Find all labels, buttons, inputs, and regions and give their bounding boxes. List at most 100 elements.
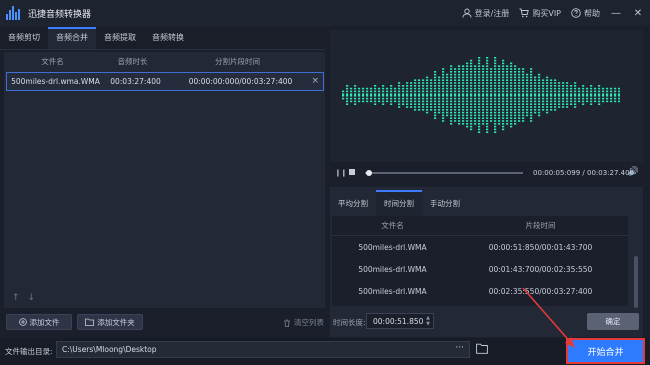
waveform-bar <box>354 100 357 103</box>
tab-manual-split[interactable]: 手动分割 <box>422 190 468 216</box>
waveform-bar <box>386 97 389 100</box>
waveform-bar <box>462 109 465 111</box>
waveform-bar <box>526 73 529 76</box>
waveform-bar <box>466 111 469 114</box>
waveform-bar <box>470 125 473 128</box>
tab-average-split[interactable]: 平均分割 <box>330 190 376 216</box>
waveform-bar <box>502 76 505 79</box>
waveform-bar <box>430 106 433 108</box>
help-button[interactable]: 帮助 <box>571 8 600 19</box>
table-row[interactable]: 500miles-drl.WMA 00:00:51:850/00:01:43:7… <box>332 236 628 258</box>
waveform-bar <box>482 111 485 114</box>
waveform-bar <box>538 87 541 90</box>
waveform-bar <box>534 100 537 103</box>
waveform-bar <box>526 103 529 105</box>
waveform-bar <box>506 103 509 105</box>
waveform-bar <box>494 71 497 73</box>
waveform-bar <box>470 120 473 122</box>
waveform-bar <box>410 82 413 84</box>
waveform-bar <box>606 87 609 90</box>
pause-icon[interactable]: ❙❙ <box>335 169 347 177</box>
seek-handle[interactable] <box>365 170 372 176</box>
start-merge-button[interactable]: 开始合并 <box>566 338 645 364</box>
scrollbar[interactable] <box>634 256 638 308</box>
waveform-bar <box>570 90 573 93</box>
output-path-field[interactable]: C:\Users\Mloong\Desktop ··· <box>56 341 470 358</box>
waveform-bar <box>434 85 437 87</box>
waveform-bar <box>454 71 457 73</box>
waveform-bar <box>462 90 465 93</box>
waveform-bar <box>490 97 493 100</box>
waveform-bar <box>574 106 577 108</box>
close-icon[interactable]: ✕ <box>632 8 644 19</box>
table-row[interactable]: 500miles-drl.WMA 00:01:43:700/00:02:35:5… <box>332 258 628 280</box>
waveform-bar <box>418 93 421 95</box>
waveform-bar <box>522 109 525 111</box>
remove-row-icon[interactable]: × <box>311 76 319 86</box>
confirm-button[interactable]: 确定 <box>587 313 639 330</box>
waveform-bar <box>438 95 441 97</box>
waveform-bar <box>502 85 505 87</box>
duration-input[interactable]: 00:00:51.850 ▲ ▼ <box>366 313 434 329</box>
arrow-down-icon[interactable]: ↓ <box>28 293 36 303</box>
waveform-bar <box>514 82 517 84</box>
waveform-bar <box>446 87 449 90</box>
waveform-bar <box>482 68 485 70</box>
open-folder-icon[interactable] <box>476 343 488 354</box>
tab-time-split[interactable]: 时间分割 <box>376 190 422 216</box>
waveform-bar <box>586 93 589 95</box>
add-folder-button[interactable]: 添加文件夹 <box>77 314 143 330</box>
waveform-bar <box>514 71 517 73</box>
waveform-bar <box>426 82 429 84</box>
waveform-bar <box>474 109 477 111</box>
arrow-up-icon[interactable]: ↑ <box>12 293 20 303</box>
waveform-bar <box>454 82 457 84</box>
minimize-icon[interactable]: — <box>610 8 622 19</box>
waveform-bar <box>514 65 517 67</box>
waveform-bar <box>534 82 537 84</box>
waveform-bar <box>422 103 425 105</box>
waveform-bar <box>386 87 389 90</box>
waveform-bar <box>474 73 477 76</box>
waveform-bar <box>438 76 441 79</box>
table-row[interactable]: 500miles-drl.wma.WMA 00:03:27:400 00:00:… <box>6 72 324 91</box>
login-button[interactable]: 登录/注册 <box>462 8 509 19</box>
tab-audio-merge[interactable]: 音频合并 <box>48 27 96 49</box>
clear-list-button[interactable]: 清空列表 <box>283 317 324 328</box>
waveform-bar <box>518 73 521 76</box>
table-row[interactable]: 500miles-drl.WMA 00:02:35:550/00:03:27:4… <box>332 280 628 302</box>
waveform-bar <box>566 106 569 108</box>
waveform-bar <box>482 117 485 119</box>
waveform-bar <box>366 93 369 95</box>
waveform-bar <box>470 71 473 73</box>
stop-icon[interactable] <box>349 169 355 175</box>
segment-filename: 500miles-drl.WMA <box>358 286 427 296</box>
tab-audio-convert[interactable]: 音频转换 <box>144 27 192 49</box>
waveform-bar <box>490 106 493 108</box>
waveform-bar <box>390 103 393 105</box>
add-file-button[interactable]: 添加文件 <box>6 314 72 330</box>
waveform-bar <box>530 76 533 79</box>
waveform-bar <box>426 76 429 79</box>
waveform-bar <box>514 97 517 100</box>
waveform-bar <box>466 114 469 117</box>
waveform-bar <box>438 109 441 111</box>
waveform-bar <box>450 100 453 103</box>
waveform-bar <box>418 103 421 105</box>
waveform-bar <box>358 90 361 93</box>
seek-bar[interactable] <box>365 172 523 174</box>
waveform-bar <box>354 95 357 97</box>
waveform-bar <box>442 73 445 76</box>
waveform-bar <box>386 90 389 93</box>
waveform-bar <box>462 79 465 81</box>
tab-audio-cut[interactable]: 音频剪切 <box>0 27 48 49</box>
buy-vip-button[interactable]: 购买VIP <box>519 8 561 19</box>
waveform-bar <box>506 97 509 100</box>
waveform-bar <box>406 95 409 97</box>
spinner-icon[interactable]: ▲ ▼ <box>426 315 430 327</box>
waveform-bar <box>422 87 425 90</box>
tab-audio-extract[interactable]: 音频提取 <box>96 27 144 49</box>
waveform-bar <box>382 93 385 95</box>
browse-more-icon[interactable]: ··· <box>455 343 464 353</box>
waveform-bar <box>558 103 561 105</box>
